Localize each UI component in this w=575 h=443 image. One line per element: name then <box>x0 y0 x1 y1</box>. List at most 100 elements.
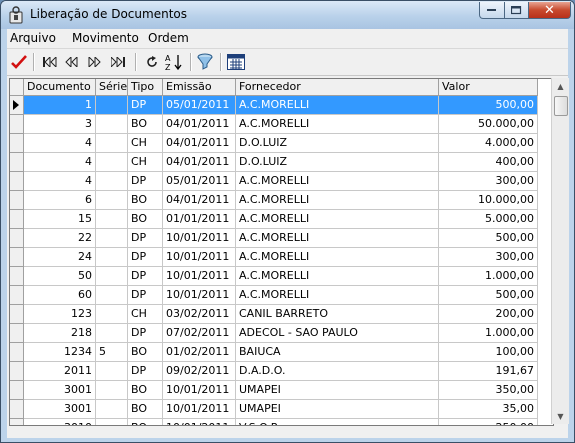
cell-documento[interactable]: 1 <box>24 96 96 115</box>
row-indicator[interactable] <box>10 305 24 324</box>
table-row[interactable]: 2011 DP 09/02/2011 D.A.D.O. 191,67 <box>10 362 553 381</box>
cell-valor[interactable]: 35,00 <box>439 400 538 419</box>
cell-tipo[interactable]: BO <box>128 419 163 425</box>
cell-fornecedor[interactable]: UMAPEI <box>236 400 439 419</box>
cell-tipo[interactable]: DP <box>128 229 163 248</box>
row-indicator[interactable] <box>10 229 24 248</box>
cell-serie[interactable] <box>96 229 128 248</box>
refresh-icon[interactable] <box>142 52 162 72</box>
cell-tipo[interactable]: DP <box>128 286 163 305</box>
table-row[interactable]: 3 BO 04/01/2011 A.C.MORELLI 50.000,00 <box>10 115 553 134</box>
cell-serie[interactable] <box>96 381 128 400</box>
cell-emissao[interactable]: 05/01/2011 <box>163 96 236 115</box>
cell-emissao[interactable]: 04/01/2011 <box>163 115 236 134</box>
cell-emissao[interactable]: 03/02/2011 <box>163 305 236 324</box>
cell-valor[interactable]: 50.000,00 <box>439 115 538 134</box>
cell-tipo[interactable]: DP <box>128 267 163 286</box>
cell-fornecedor[interactable]: D.O.LUIZ <box>236 134 439 153</box>
cell-tipo[interactable]: BO <box>128 400 163 419</box>
cell-valor[interactable]: 250,00 <box>439 419 538 425</box>
cell-serie[interactable] <box>96 362 128 381</box>
scroll-up-icon[interactable]: ▲ <box>554 79 567 93</box>
cell-emissao[interactable]: 10/01/2011 <box>163 229 236 248</box>
table-row[interactable]: 1 DP 05/01/2011 A.C.MORELLI 500,00 <box>10 96 553 115</box>
row-indicator[interactable] <box>10 210 24 229</box>
cell-fornecedor[interactable]: A.C.MORELLI <box>236 210 439 229</box>
cell-documento[interactable]: 1234 <box>24 343 96 362</box>
cell-emissao[interactable]: 05/01/2011 <box>163 172 236 191</box>
row-indicator[interactable] <box>10 267 24 286</box>
cell-serie[interactable] <box>96 286 128 305</box>
cell-emissao[interactable]: 01/02/2011 <box>163 343 236 362</box>
cell-documento[interactable]: 4 <box>24 134 96 153</box>
table-row[interactable]: 3001 BO 10/01/2011 UMAPEI 350,00 <box>10 381 553 400</box>
cell-emissao[interactable]: 09/02/2011 <box>163 362 236 381</box>
row-indicator[interactable] <box>10 381 24 400</box>
cell-fornecedor[interactable]: CANIL BARRETO <box>236 305 439 324</box>
cell-fornecedor[interactable]: ADECOL - SAO PAULO <box>236 324 439 343</box>
cell-fornecedor[interactable]: A.C.MORELLI <box>236 172 439 191</box>
cell-documento[interactable]: 60 <box>24 286 96 305</box>
table-row[interactable]: 123 CH 03/02/2011 CANIL BARRETO 200,00 <box>10 305 553 324</box>
vertical-scrollbar[interactable]: ▲ ▼ <box>551 78 569 424</box>
cell-documento[interactable]: 218 <box>24 324 96 343</box>
cell-tipo[interactable]: CH <box>128 134 163 153</box>
col-header-serie[interactable]: Série <box>96 79 128 96</box>
cell-tipo[interactable]: DP <box>128 362 163 381</box>
cell-serie[interactable] <box>96 305 128 324</box>
title-bar[interactable]: Liberação de Documentos ✕ <box>1 1 574 29</box>
prior-record-icon[interactable] <box>62 52 82 72</box>
cell-fornecedor[interactable]: UMAPEI <box>236 381 439 400</box>
cell-documento[interactable]: 4 <box>24 153 96 172</box>
cell-emissao[interactable]: 01/01/2011 <box>163 210 236 229</box>
cell-serie[interactable] <box>96 324 128 343</box>
cell-tipo[interactable]: CH <box>128 305 163 324</box>
col-header-documento[interactable]: Documento <box>24 79 96 96</box>
cell-emissao[interactable]: 10/01/2011 <box>163 286 236 305</box>
cell-emissao[interactable]: 04/01/2011 <box>163 153 236 172</box>
row-indicator[interactable] <box>10 400 24 419</box>
cell-fornecedor[interactable]: A.C.MORELLI <box>236 267 439 286</box>
cell-valor[interactable]: 191,67 <box>439 362 538 381</box>
cell-fornecedor[interactable]: BAIUCA <box>236 343 439 362</box>
cell-serie[interactable]: 5 <box>96 343 128 362</box>
cell-fornecedor[interactable]: A.C.MORELLI <box>236 96 439 115</box>
table-row[interactable]: 218 DP 07/02/2011 ADECOL - SAO PAULO 1.000,0… <box>10 324 553 343</box>
cell-serie[interactable] <box>96 96 128 115</box>
cell-serie[interactable] <box>96 153 128 172</box>
menu-arquivo[interactable]: Arquivo <box>10 31 56 45</box>
maximize-button[interactable] <box>504 2 529 19</box>
cell-valor[interactable]: 1.000,00 <box>439 267 538 286</box>
cell-emissao[interactable]: 10/01/2011 <box>163 267 236 286</box>
cell-valor[interactable]: 500,00 <box>439 286 538 305</box>
first-record-icon[interactable] <box>40 52 60 72</box>
cell-valor[interactable]: 10.000,00 <box>439 191 538 210</box>
table-row[interactable]: 6 BO 04/01/2011 A.C.MORELLI 10.000,00 <box>10 191 553 210</box>
col-header-fornecedor[interactable]: Fornecedor <box>236 79 439 96</box>
cell-tipo[interactable]: DP <box>128 324 163 343</box>
table-row[interactable]: 22 DP 10/01/2011 A.C.MORELLI 500,00 <box>10 229 553 248</box>
row-indicator[interactable] <box>10 419 24 425</box>
cell-documento[interactable]: 3001 <box>24 381 96 400</box>
col-header-tipo[interactable]: Tipo <box>128 79 163 96</box>
cell-documento[interactable]: 4 <box>24 172 96 191</box>
cell-tipo[interactable]: BO <box>128 210 163 229</box>
cell-serie[interactable] <box>96 248 128 267</box>
row-indicator[interactable] <box>10 96 24 115</box>
close-button[interactable]: ✕ <box>528 2 571 19</box>
cell-tipo[interactable]: BO <box>128 381 163 400</box>
cell-fornecedor[interactable]: V.S.O.P. <box>236 419 439 425</box>
table-row[interactable]: 4 CH 04/01/2011 D.O.LUIZ 400,00 <box>10 153 553 172</box>
col-header-emissao[interactable]: Emissão <box>163 79 236 96</box>
last-record-icon[interactable] <box>108 52 128 72</box>
cell-valor[interactable]: 500,00 <box>439 96 538 115</box>
cell-documento[interactable]: 15 <box>24 210 96 229</box>
cell-serie[interactable] <box>96 419 128 425</box>
table-row[interactable]: 24 DP 10/01/2011 A.C.MORELLI 300,00 <box>10 248 553 267</box>
cell-serie[interactable] <box>96 267 128 286</box>
cell-valor[interactable]: 300,00 <box>439 248 538 267</box>
cell-tipo[interactable]: BO <box>128 343 163 362</box>
cell-valor[interactable]: 200,00 <box>439 305 538 324</box>
cell-serie[interactable] <box>96 172 128 191</box>
col-header-valor[interactable]: Valor <box>439 79 538 96</box>
